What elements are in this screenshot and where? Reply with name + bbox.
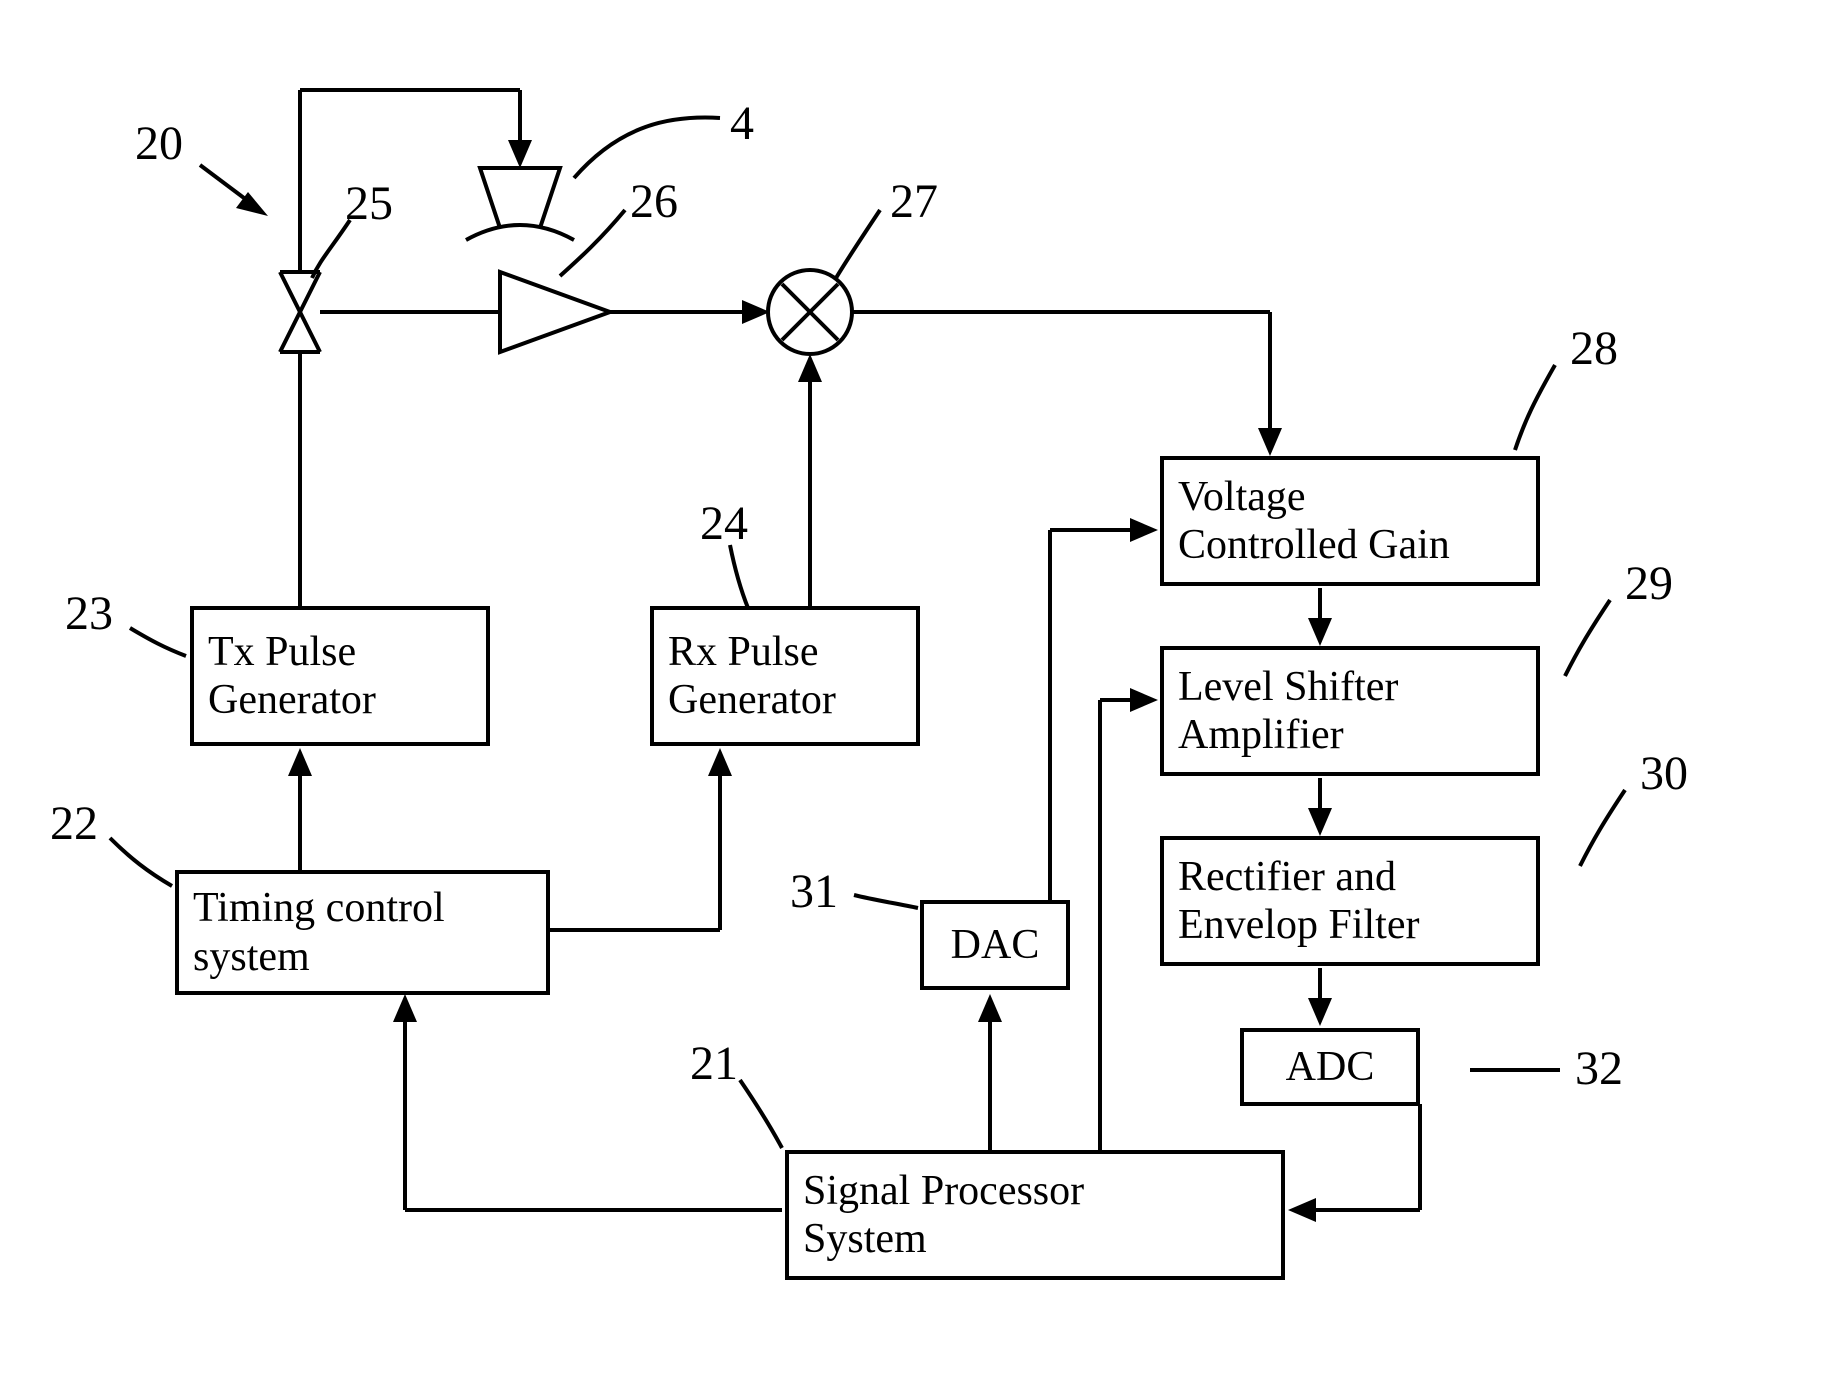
arrowhead xyxy=(1130,518,1158,542)
adc-block: ADC xyxy=(1240,1028,1420,1106)
tx-pulse-generator-block: Tx Pulse Generator xyxy=(190,606,490,746)
timing-control-system-block: Timing control system xyxy=(175,870,550,995)
ref-label-31: 31 xyxy=(790,868,838,916)
arrowhead xyxy=(1288,1198,1316,1222)
antenna-aperture-icon xyxy=(466,225,574,240)
ref-label-25: 25 xyxy=(345,180,393,228)
rectifier-envelop-filter-block: Rectifier and Envelop Filter xyxy=(1160,836,1540,966)
arrowhead xyxy=(1308,998,1332,1026)
arrowhead xyxy=(798,354,822,382)
antenna-horn-icon xyxy=(480,168,560,228)
leader-29 xyxy=(1565,600,1610,676)
arrowhead xyxy=(1130,688,1158,712)
arrowhead xyxy=(978,994,1002,1022)
leader-31 xyxy=(854,895,918,908)
arrowhead xyxy=(708,748,732,776)
ref-label-20: 20 xyxy=(135,120,183,168)
leader-21 xyxy=(740,1080,782,1148)
tr-switch-icon xyxy=(280,272,320,352)
leader-30 xyxy=(1580,790,1625,866)
ref-label-29: 29 xyxy=(1625,560,1673,608)
arrowhead xyxy=(742,300,770,324)
arrowhead xyxy=(1308,808,1332,836)
ref-label-32: 32 xyxy=(1575,1045,1623,1093)
arrowhead xyxy=(1308,618,1332,646)
leader-27 xyxy=(836,210,880,278)
dac-block: DAC xyxy=(920,900,1070,990)
arrowhead xyxy=(1258,428,1282,456)
leader-20 xyxy=(200,165,260,210)
leader-28 xyxy=(1515,365,1555,450)
leader-24 xyxy=(730,545,748,608)
arrowhead xyxy=(288,748,312,776)
leader-26 xyxy=(560,210,625,276)
level-shifter-amplifier-block: Level Shifter Amplifier xyxy=(1160,646,1540,776)
ref-label-27: 27 xyxy=(890,178,938,226)
ref-label-23: 23 xyxy=(65,590,113,638)
leader-4 xyxy=(574,118,720,178)
lna-amplifier-icon xyxy=(500,272,610,352)
rx-pulse-generator-block: Rx Pulse Generator xyxy=(650,606,920,746)
leader-22 xyxy=(110,838,172,886)
mixer-icon xyxy=(768,270,852,354)
arrowhead xyxy=(393,994,417,1022)
voltage-controlled-gain-block: Voltage Controlled Gain xyxy=(1160,456,1540,586)
ref-label-22: 22 xyxy=(50,800,98,848)
ref-label-4: 4 xyxy=(730,100,754,148)
signal-processor-system-block: Signal Processor System xyxy=(785,1150,1285,1280)
ref-label-24: 24 xyxy=(700,500,748,548)
ref-label-26: 26 xyxy=(630,178,678,226)
ref-label-21: 21 xyxy=(690,1040,738,1088)
leader-23 xyxy=(130,628,186,656)
arrowhead xyxy=(508,140,532,168)
ref-label-30: 30 xyxy=(1640,750,1688,798)
ref-label-28: 28 xyxy=(1570,325,1618,373)
